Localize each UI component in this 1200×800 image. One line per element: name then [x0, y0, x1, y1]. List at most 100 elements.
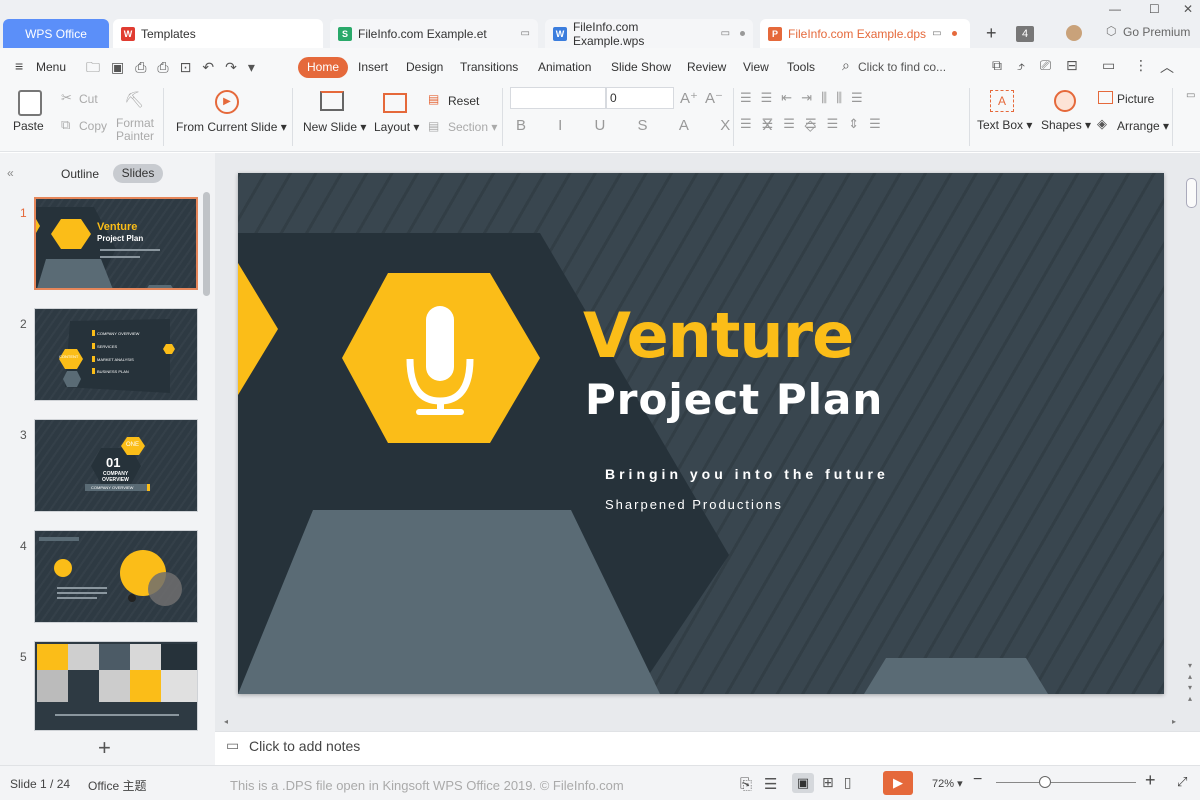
tab-templates[interactable]: W Templates	[113, 19, 323, 48]
tab-slides[interactable]: Slides	[113, 164, 163, 183]
slide-canvas[interactable]: Venture Project Plan Bringin you into th…	[238, 173, 1164, 694]
slide-thumbnail-2[interactable]: CONTENT COMPANY OVERVIEW SERVICES MARKET…	[34, 308, 198, 401]
notes-area[interactable]	[215, 731, 1200, 765]
new-slide-label: New Slide	[303, 120, 358, 134]
format-painter-label-1: Format	[116, 116, 155, 130]
thumb3-bar-label: COMPANY OVERVIEW	[91, 485, 134, 490]
list-buttons-row[interactable]: ☰☰⇤⇥⫼⫼☰	[740, 90, 872, 106]
add-slide-plus-icon[interactable]: +	[98, 735, 111, 761]
collapse-ribbon-icon[interactable]: ︿	[1160, 57, 1174, 77]
tab-tools[interactable]: Tools	[787, 57, 815, 77]
slide-thumbnail-4[interactable]	[34, 530, 198, 623]
monitor-icon: ▭	[932, 28, 942, 39]
normal-view-button[interactable]: ▣	[792, 773, 814, 793]
close-icon[interactable]: ✕	[1183, 2, 1193, 16]
picture-button[interactable]: Picture	[1117, 92, 1154, 106]
font-shrink-icon[interactable]: A⁻	[705, 89, 723, 107]
tab-design[interactable]: Design	[406, 57, 443, 77]
view-buttons[interactable]: ⎘☰	[740, 775, 789, 793]
slide-tagline[interactable]: Bringin you into the future	[605, 466, 889, 482]
tab-et-label: FileInfo.com Example.et	[358, 26, 487, 41]
notes-placeholder[interactable]: Click to add notes	[249, 738, 360, 754]
tab-home[interactable]: Home	[298, 57, 348, 78]
tab-view[interactable]: View	[743, 57, 769, 77]
unsaved-dot-icon	[740, 31, 745, 36]
new-slide-button[interactable]: New Slide ▾	[303, 120, 366, 134]
tab-count-badge[interactable]: 4	[1016, 26, 1034, 42]
new-tab-plus-icon[interactable]: +	[986, 23, 997, 44]
align-buttons-row[interactable]: ☰☰☰☰☰⇕☰	[740, 116, 891, 132]
tab-review[interactable]: Review	[687, 57, 726, 77]
paste-button[interactable]: Paste	[13, 119, 44, 133]
search-input[interactable]: Click to find co...	[858, 57, 946, 77]
unsaved-dot-icon	[951, 31, 957, 36]
arrange-icon: ◈	[1097, 116, 1107, 131]
slide-thumbnail-1[interactable]: Venture Project Plan	[34, 197, 198, 290]
slide-number: 5	[20, 650, 27, 664]
play-slideshow-button[interactable]: ▶	[883, 771, 913, 795]
writer-icon: W	[553, 26, 567, 41]
tab-dps-label: FileInfo.com Example.dps	[788, 26, 927, 41]
slide-title[interactable]: Venture	[583, 299, 854, 372]
copy-button[interactable]: Copy	[79, 119, 107, 133]
tab-slide-show[interactable]: Slide Show	[611, 57, 671, 77]
reset-button[interactable]: Reset	[448, 94, 479, 108]
minimize-icon[interactable]: —	[1109, 2, 1121, 16]
from-current-slide-button[interactable]: From Current Slide ▾	[176, 120, 287, 134]
zoom-slider[interactable]	[996, 782, 1136, 783]
play-from-current-icon: ▶	[215, 90, 239, 114]
slide-thumbnail-5[interactable]	[34, 641, 198, 731]
panel-scrollbar[interactable]	[203, 192, 210, 296]
maximize-icon[interactable]: ☐	[1149, 2, 1160, 16]
tab-insert[interactable]: Insert	[358, 57, 388, 77]
section-button[interactable]: Section ▾	[448, 120, 497, 134]
font-name-select[interactable]	[510, 87, 606, 109]
zoom-in-icon[interactable]: +	[1145, 770, 1156, 791]
slide-number: 3	[20, 428, 27, 442]
cut-button[interactable]: Cut	[79, 92, 98, 106]
text-box-button[interactable]: Text Box ▾	[977, 118, 1032, 132]
format-painter-label-2: Painter	[116, 129, 155, 143]
slide-company[interactable]: Sharpened Productions	[605, 497, 783, 512]
shapes-button[interactable]: Shapes ▾	[1041, 118, 1091, 132]
thumb-art	[37, 644, 197, 716]
collapse-panel-icon[interactable]: «	[7, 166, 14, 180]
other-view-buttons[interactable]: ⊞▯	[822, 774, 861, 791]
tab-animation[interactable]: Animation	[538, 57, 591, 77]
arrange-button[interactable]: Arrange ▾	[1117, 119, 1169, 133]
scroll-arrows-icon[interactable]: ▾ ▴ ▾ ▴	[1188, 660, 1192, 704]
font-size-select[interactable]: 0	[606, 87, 674, 109]
hamburger-icon[interactable]: ≡	[15, 58, 23, 74]
monitor-icon: ▭	[520, 28, 530, 39]
format-painter-button[interactable]: Format Painter	[116, 117, 154, 143]
zoom-slider-thumb[interactable]	[1039, 776, 1051, 788]
more-icon[interactable]: ⋮	[1134, 57, 1148, 74]
slide-thumbnail-3[interactable]: ONE 01 COMPANY OVERVIEW COMPANY OVERVIEW	[34, 419, 198, 512]
tab-et[interactable]: S FileInfo.com Example.et ▭	[330, 19, 538, 48]
go-premium-link[interactable]: Go Premium	[1123, 25, 1190, 39]
tab-wps[interactable]: W FileInfo.com Example.wps ▭	[545, 19, 753, 48]
zoom-level[interactable]: 72% ▾	[932, 777, 963, 790]
slide-subtitle[interactable]: Project Plan	[585, 375, 883, 424]
avatar[interactable]	[1066, 25, 1082, 41]
zoom-out-icon[interactable]: −	[973, 771, 982, 789]
fit-window-icon[interactable]: ⤢	[1177, 774, 1187, 790]
horizontal-scroll-right-icon[interactable]: ▸	[1172, 717, 1176, 726]
editor-vertical-scrollbar[interactable]	[1186, 178, 1197, 208]
tab-transitions[interactable]: Transitions	[460, 57, 518, 77]
wps-office-tab[interactable]: WPS Office	[3, 19, 109, 48]
comment-icon[interactable]: ▭	[1102, 57, 1115, 74]
menu-button[interactable]: Menu	[36, 57, 66, 77]
tab-outline[interactable]: Outline	[61, 167, 99, 181]
status-caption: This is a .DPS file open in Kingsoft WPS…	[230, 778, 624, 793]
separator	[1172, 88, 1173, 146]
tab-dps[interactable]: P FileInfo.com Example.dps ▭	[760, 19, 970, 48]
thumb1-title: Venture	[97, 221, 138, 233]
text-box-label: Text Box	[977, 118, 1024, 132]
font-grow-icon[interactable]: A⁺	[680, 89, 698, 107]
horizontal-scroll-left-icon[interactable]: ◂	[224, 717, 228, 726]
premium-icon: ⬡	[1106, 24, 1117, 38]
ribbon-scroll-icon[interactable]: ▭	[1186, 90, 1195, 101]
layout-button[interactable]: Layout ▾	[374, 120, 419, 134]
toolbar-right-icons[interactable]: ⧉⤴⎚⊟	[992, 57, 1093, 74]
